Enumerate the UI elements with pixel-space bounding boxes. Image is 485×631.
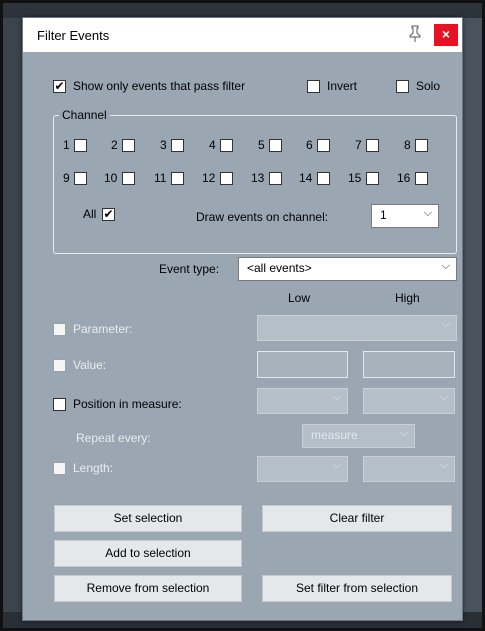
channel-13-checkbox[interactable]: [269, 172, 282, 185]
channel-15-label: 15: [348, 171, 362, 185]
dialog-title: Filter Events: [37, 28, 110, 43]
filter-events-dialog: Filter Events × ✔ Show only events that …: [22, 17, 463, 621]
background-left-panel: [0, 18, 22, 631]
channel-2-label: 2: [111, 138, 118, 152]
high-column-header: High: [395, 291, 420, 305]
channel-1-checkbox[interactable]: [74, 139, 87, 152]
chevron-down-icon: ⌵: [399, 427, 408, 439]
solo-label: Solo: [416, 79, 441, 93]
chevron-down-icon: ⌵: [441, 260, 450, 272]
draw-channel-label: Draw events on channel:: [196, 210, 329, 224]
value-checkbox[interactable]: [53, 359, 66, 372]
repeat-every-select[interactable]: measure ⌵: [302, 424, 415, 448]
channel-10-label: 10: [104, 171, 118, 185]
value-low-input[interactable]: [257, 351, 348, 378]
channel-8-label: 8: [404, 138, 411, 152]
length-checkbox[interactable]: [53, 462, 66, 475]
invert-checkbox[interactable]: [307, 80, 320, 93]
chevron-down-icon: ⌵: [439, 391, 448, 403]
chevron-down-icon: ⌵: [423, 207, 432, 219]
length-high-select[interactable]: ⌵: [363, 456, 455, 482]
pin-icon[interactable]: [404, 25, 426, 47]
channel-6-checkbox[interactable]: [317, 139, 330, 152]
channel-11-checkbox[interactable]: [171, 172, 184, 185]
channel-12-checkbox[interactable]: [220, 172, 233, 185]
channel-13-label: 13: [251, 171, 265, 185]
channel-15-checkbox[interactable]: [366, 172, 379, 185]
channel-14-label: 14: [299, 171, 313, 185]
chevron-down-icon: ⌵: [441, 318, 450, 330]
background-toolbar: [0, 0, 485, 18]
check-icon: ✔: [103, 207, 114, 221]
add-to-selection-button[interactable]: Add to selection: [54, 540, 242, 567]
position-high-select[interactable]: ⌵: [363, 388, 455, 414]
channel-2-checkbox[interactable]: [122, 139, 135, 152]
chevron-down-icon: ⌵: [439, 459, 448, 471]
event-type-value: <all events>: [247, 261, 312, 275]
channel-3-checkbox[interactable]: [171, 139, 184, 152]
channel-16-label: 16: [397, 171, 411, 185]
remove-from-selection-button[interactable]: Remove from selection: [54, 575, 242, 602]
all-channels-label: All: [83, 207, 97, 221]
background-right-panel: [462, 18, 485, 631]
parameter-checkbox[interactable]: [53, 323, 66, 336]
event-type-select[interactable]: <all events> ⌵: [238, 257, 457, 281]
draw-channel-value: 1: [380, 208, 387, 222]
channel-14-checkbox[interactable]: [317, 172, 330, 185]
check-icon: ✔: [54, 79, 65, 93]
channel-9-checkbox[interactable]: [74, 172, 87, 185]
event-type-label: Event type:: [159, 262, 220, 276]
pin-icon-svg: [409, 25, 421, 42]
channel-7-label: 7: [355, 138, 362, 152]
channel-4-label: 4: [209, 138, 216, 152]
channel-9-label: 9: [63, 171, 70, 185]
parameter-label: Parameter:: [73, 322, 133, 336]
set-filter-from-selection-button[interactable]: Set filter from selection: [262, 575, 452, 602]
channel-11-label: 11: [154, 171, 167, 185]
length-low-select[interactable]: ⌵: [257, 456, 348, 482]
parameter-select[interactable]: ⌵: [257, 315, 457, 341]
channel-1-label: 1: [63, 138, 70, 152]
channel-10-checkbox[interactable]: [122, 172, 135, 185]
title-bar: Filter Events ×: [23, 18, 462, 52]
chevron-down-icon: ⌵: [332, 459, 341, 471]
channel-group-title: Channel: [59, 108, 110, 122]
position-in-measure-label: Position in measure:: [73, 397, 182, 411]
channel-4-checkbox[interactable]: [220, 139, 233, 152]
draw-channel-select[interactable]: 1 ⌵: [371, 204, 439, 228]
clear-filter-button[interactable]: Clear filter: [262, 505, 452, 532]
invert-label: Invert: [327, 79, 358, 93]
close-icon[interactable]: ×: [434, 24, 458, 46]
length-label: Length:: [73, 461, 114, 475]
channel-8-checkbox[interactable]: [415, 139, 428, 152]
all-channels-checkbox[interactable]: ✔: [102, 208, 115, 221]
channel-12-label: 12: [202, 171, 216, 185]
channel-7-checkbox[interactable]: [366, 139, 379, 152]
show-only-checkbox[interactable]: ✔: [53, 80, 66, 93]
position-low-select[interactable]: ⌵: [257, 388, 348, 414]
channel-5-label: 5: [258, 138, 265, 152]
channel-3-label: 3: [160, 138, 167, 152]
value-label: Value:: [73, 358, 107, 372]
position-in-measure-checkbox[interactable]: [53, 398, 66, 411]
repeat-every-value: measure: [311, 428, 358, 442]
channel-6-label: 6: [306, 138, 313, 152]
low-column-header: Low: [288, 291, 311, 305]
value-high-input[interactable]: [363, 351, 455, 378]
set-selection-button[interactable]: Set selection: [54, 505, 242, 532]
show-only-label: Show only events that pass filter: [73, 79, 246, 93]
channel-16-checkbox[interactable]: [415, 172, 428, 185]
solo-checkbox[interactable]: [396, 80, 409, 93]
chevron-down-icon: ⌵: [332, 391, 341, 403]
repeat-every-label: Repeat every:: [76, 431, 151, 445]
channel-5-checkbox[interactable]: [269, 139, 282, 152]
